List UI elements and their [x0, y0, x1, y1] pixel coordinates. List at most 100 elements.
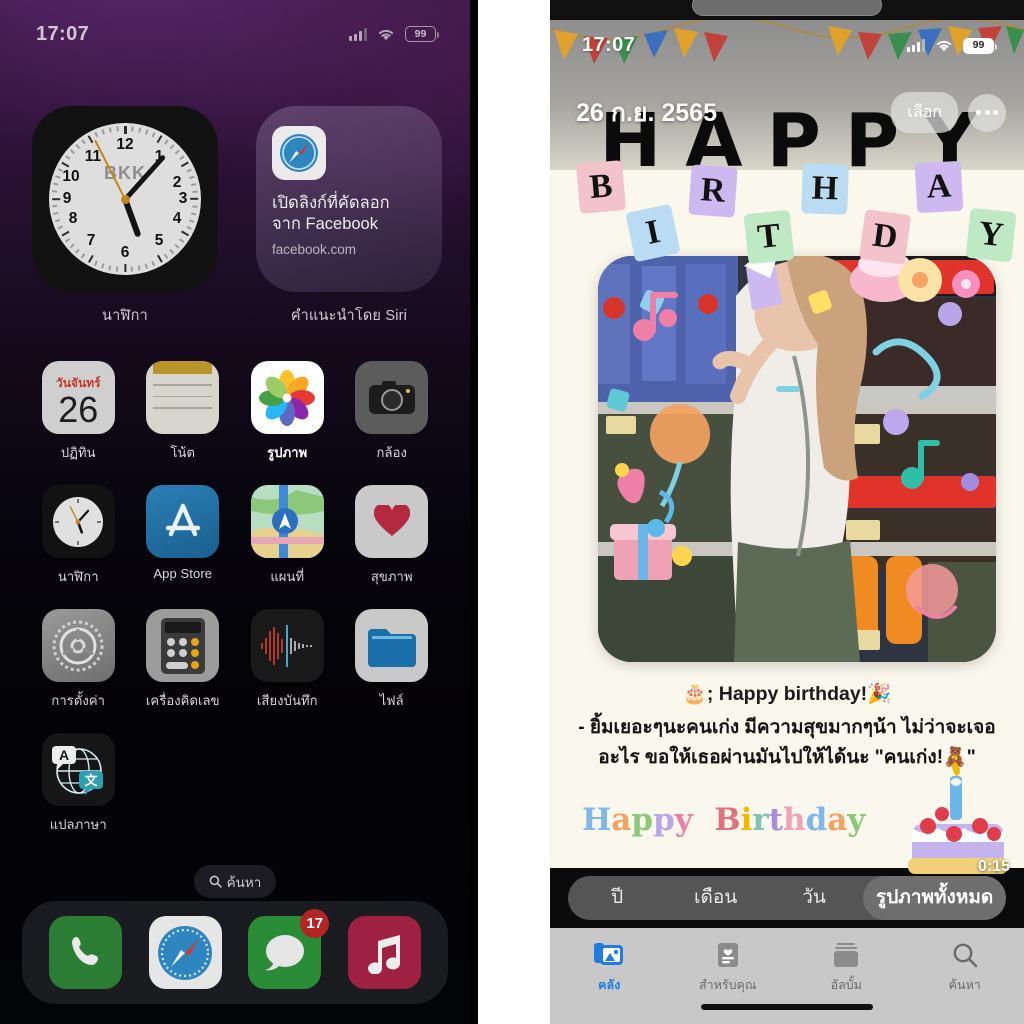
dock-phone[interactable] — [49, 916, 123, 989]
svg-text:A: A — [59, 747, 69, 763]
segment-years[interactable]: ปี — [568, 876, 666, 920]
app-store-icon — [146, 485, 220, 558]
app-icon-translate[interactable]: A 文 แปลภาษา — [26, 733, 131, 835]
wifi-icon — [934, 38, 954, 53]
search-icon — [209, 875, 222, 888]
video-duration: 0:15 — [977, 858, 1010, 875]
segment-days[interactable]: วัน — [765, 876, 863, 920]
ellipsis-icon[interactable] — [968, 93, 1006, 132]
app-label-photos: รูปภาพ — [267, 445, 308, 460]
app-icon-app-store[interactable]: App Store — [131, 485, 236, 587]
messages-badge: 17 — [300, 909, 330, 938]
siri-suggestion-widget[interactable]: เปิดลิงก์ที่คัดลอก จาก Facebook facebook… — [256, 106, 442, 327]
photo-stickers — [606, 256, 980, 619]
battery-percent: 99 — [414, 27, 427, 40]
app-icon-files[interactable]: ไฟล์ — [340, 609, 445, 711]
app-label-clock: นาฬิกา — [57, 569, 99, 584]
photos-status-bar: 17:07 99 — [550, 34, 1024, 57]
tile-y: Y — [965, 207, 1017, 263]
photo-date-label: 26 ก.ย. 2565 — [576, 98, 717, 127]
tab-search[interactable]: ค้นหา — [906, 942, 1024, 995]
app-label-translate: แปลภาษา — [49, 817, 107, 832]
app-icon-photos[interactable]: รูปภาพ — [235, 361, 340, 463]
dock-safari[interactable] — [148, 916, 222, 989]
tab-library[interactable]: คลัง — [550, 942, 669, 995]
clock-num-10: 10 — [62, 168, 80, 185]
siri-title-line1: เปิดลิงก์ที่คัดลอก — [272, 194, 390, 212]
app-icon-maps[interactable]: แผนที่ — [235, 485, 340, 587]
photo-caption: 🎂; Happy birthday!🎉 - ยิ้มเยอะๆนะคนเก่ง … — [550, 682, 1024, 772]
library-icon — [594, 943, 624, 965]
caption-line-1: 🎂; Happy birthday!🎉 — [682, 683, 892, 705]
clock-num-6: 6 — [120, 244, 130, 261]
segment-all-photos[interactable]: รูปภาพทั้งหมด — [863, 876, 1006, 920]
home-dock: 17 — [22, 901, 448, 1004]
app-icon-clock[interactable]: นาฬิกา — [26, 485, 131, 587]
tile-i: I — [625, 203, 681, 263]
app-icon-health[interactable]: สุขภาพ — [340, 485, 445, 587]
health-icon — [355, 485, 429, 558]
photos-app-screen: 17:07 99 H A P P Y 26 ก.ย. 2565 เลือก B … — [550, 0, 1024, 1024]
app-icon-calculator[interactable]: เครื่องคิดเลข — [131, 609, 236, 711]
messages-icon — [264, 934, 304, 970]
iphone-home-screen: 17:07 99 BKK 12 2 3 4 5 6 7 8 9 10 11 นา… — [0, 0, 470, 1024]
app-label-notes: โน้ต — [170, 445, 196, 460]
tab-albums[interactable]: อัลบั้ม — [787, 942, 906, 995]
tab-label-for-you: สำหรับคุณ — [699, 978, 757, 992]
dock-music[interactable] — [347, 916, 421, 989]
siri-subtitle: facebook.com — [272, 242, 357, 258]
tab-for-you[interactable]: สำหรับคุณ — [669, 942, 788, 995]
app-label-calendar: ปฏิทิน — [60, 445, 96, 460]
device-notch-strip — [550, 0, 1024, 20]
app-label-camera: กล้อง — [376, 445, 407, 460]
analog-clock-face: BKK 12 2 3 4 5 6 7 8 9 10 11 — [49, 123, 201, 275]
safari-icon — [158, 925, 213, 980]
home-search-pill[interactable]: ค้นหา — [194, 865, 276, 898]
app-label-app-store: App Store — [153, 566, 213, 581]
clock-center-pin — [120, 194, 130, 204]
app-label-maps: แผนที่ — [270, 569, 305, 584]
widget-row: BKK 12 2 3 4 5 6 7 8 9 10 11 นาฬิกา เปิด… — [0, 54, 470, 327]
siri-title: เปิดลิงก์ที่คัดลอก จาก Facebook — [272, 193, 426, 235]
cellular-bars-icon — [907, 39, 925, 52]
photo-thumbnail[interactable] — [598, 256, 996, 662]
select-button[interactable]: เลือก — [891, 92, 958, 133]
battery-indicator: 99 — [405, 26, 439, 42]
svg-text:文: 文 — [85, 773, 99, 789]
tile-a: A — [914, 160, 964, 214]
caption-line-2: - ยิ้มเยอะๆนะคนเก่ง มีความสุขมากๆน้า ไม่… — [578, 717, 996, 738]
search-icon — [953, 943, 978, 968]
tile-d: D — [858, 209, 912, 265]
home-indicator — [701, 1004, 873, 1010]
app-label-calculator: เครื่องคิดเลข — [145, 693, 220, 708]
dynamic-island-pill — [692, 0, 882, 16]
app-icon-settings[interactable]: การตั้งค่า — [26, 609, 131, 711]
calculator-icon — [146, 609, 220, 682]
maps-icon — [250, 485, 324, 558]
clock-num-9: 9 — [62, 190, 72, 207]
clock-num-2: 2 — [172, 174, 182, 191]
siri-title-line2: จาก Facebook — [272, 215, 378, 234]
happy-birthday-script: Happy Birthday — [582, 802, 866, 838]
clock-num-12: 12 — [116, 136, 134, 153]
photos-tab-bar: คลัง สำหรับคุณ อัลบั้ม ค้นหา — [550, 928, 1024, 1024]
translate-icon: A 文 — [41, 733, 115, 806]
clock-num-4: 4 — [172, 210, 182, 227]
photo-detail-view: 17:07 99 H A P P Y 26 ก.ย. 2565 เลือก B … — [550, 20, 1024, 888]
app-icon-notes[interactable]: โน้ต — [131, 361, 236, 463]
app-icon-voice-memos[interactable]: เสียงบันทึก — [235, 609, 340, 711]
dock-messages[interactable]: 17 — [248, 909, 330, 989]
clock-num-5: 5 — [154, 232, 164, 249]
wifi-icon — [376, 27, 396, 42]
panel-divider — [470, 0, 550, 1024]
segment-months[interactable]: เดือน — [666, 876, 764, 920]
photos-status-time: 17:07 — [582, 34, 636, 56]
app-icon-camera[interactable]: กล้อง — [340, 361, 445, 463]
app-grid: วันจันทร์ 26 ปฏิทิน โน้ต รูปภาพ กล้อง นา… — [0, 327, 470, 835]
clock-widget[interactable]: BKK 12 2 3 4 5 6 7 8 9 10 11 นาฬิกา — [32, 106, 218, 327]
app-icon-calendar[interactable]: วันจันทร์ 26 ปฏิทิน — [26, 361, 131, 463]
tab-label-albums: อัลบั้ม — [830, 978, 862, 992]
tab-label-search: ค้นหา — [948, 978, 981, 992]
music-icon — [368, 934, 401, 974]
birthday-letter-tiles: B I R T H D A Y — [550, 160, 1024, 265]
